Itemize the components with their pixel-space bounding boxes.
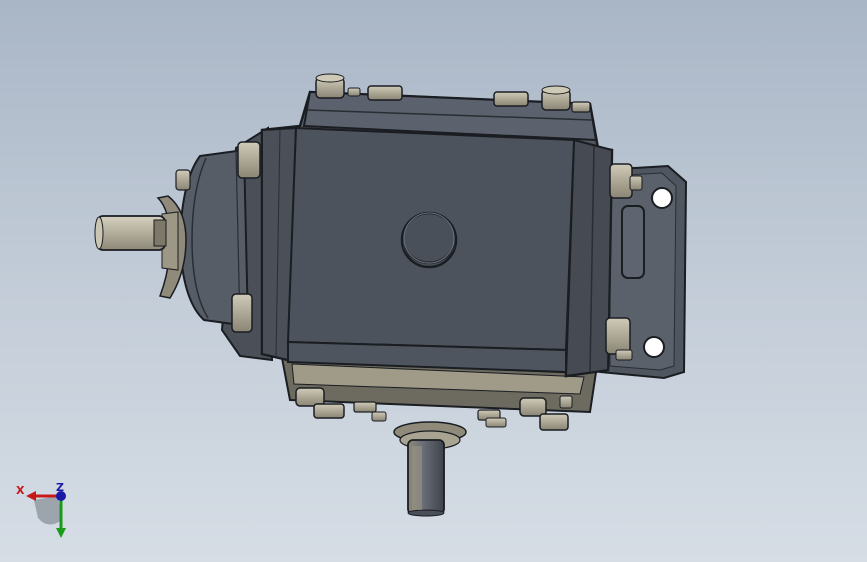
gearbox-model[interactable] <box>0 0 867 562</box>
mounting-hole-top <box>651 187 673 209</box>
input-shaft[interactable] <box>94 195 187 299</box>
gearbox-housing <box>260 90 614 378</box>
mounting-hole-bottom <box>643 336 665 358</box>
x-axis-label: X <box>16 484 25 497</box>
3d-viewport[interactable]: X Z <box>0 0 867 562</box>
z-axis-label: Z <box>56 481 64 494</box>
output-shaft[interactable] <box>393 421 467 517</box>
